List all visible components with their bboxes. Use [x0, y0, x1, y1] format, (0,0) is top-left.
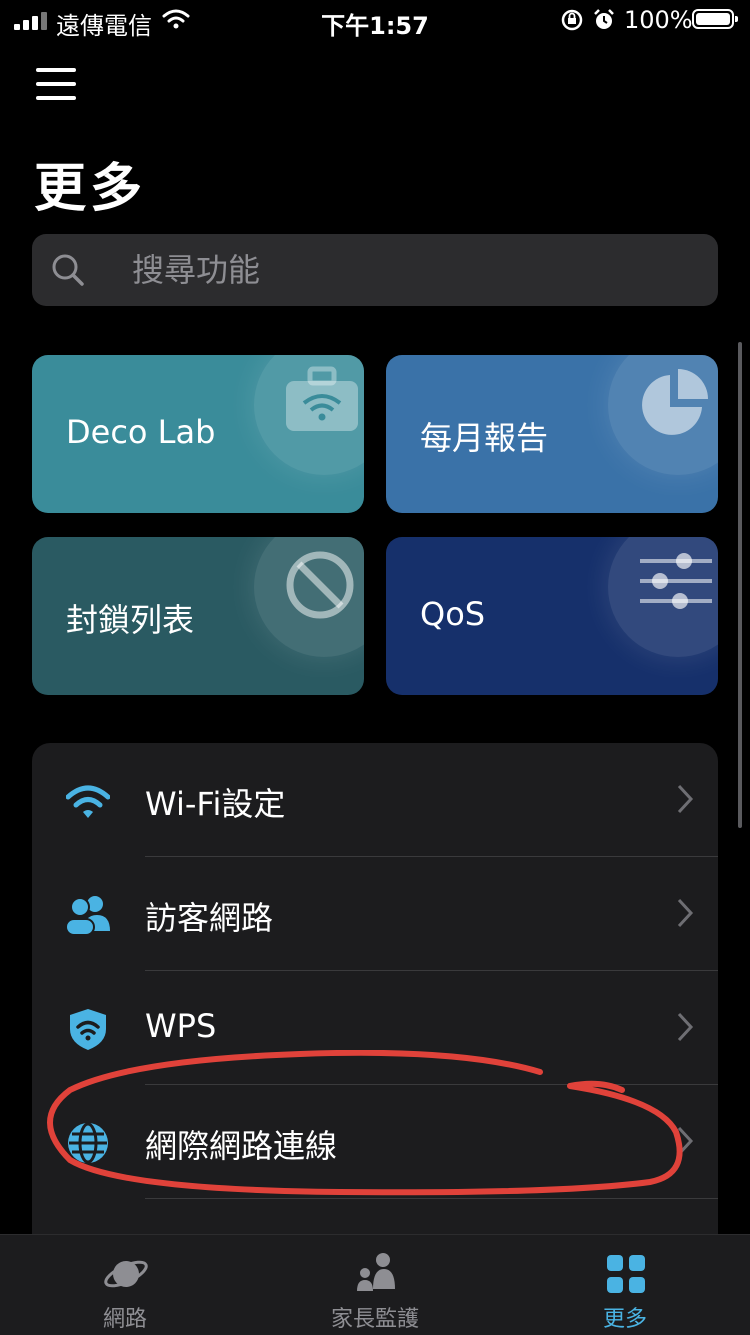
search-icon	[50, 252, 86, 292]
list-item-label: Wi-Fi設定	[145, 785, 286, 823]
list-item-label: 網際網路連線	[145, 1127, 338, 1165]
tab-more[interactable]: 更多	[500, 1235, 750, 1335]
toolbox-wifi-icon	[254, 355, 364, 475]
status-bar: 遠傳電信 下午1:57 100%	[0, 0, 750, 44]
list-item-guest-network[interactable]: 訪客網路	[32, 857, 718, 971]
wps-shield-icon	[66, 1007, 110, 1051]
family-icon	[357, 1253, 395, 1291]
tab-label: 家長監護	[330, 1307, 419, 1332]
guests-icon	[65, 893, 110, 937]
alarm-icon	[592, 8, 616, 38]
tile-monthly-report[interactable]: 每月報告	[386, 355, 718, 513]
list-item-wifi-settings[interactable]: Wi-Fi設定	[32, 743, 718, 857]
tile-qos[interactable]: QoS	[386, 537, 718, 695]
menu-icon[interactable]	[36, 68, 76, 100]
battery-percentage: 100%	[624, 6, 693, 34]
globe-icon	[66, 1121, 110, 1165]
tab-network[interactable]: 網路	[0, 1235, 250, 1335]
search-bar[interactable]	[32, 234, 718, 306]
pie-chart-icon	[608, 355, 718, 475]
settings-list: Wi-Fi設定 訪客網路 WPS 網際網路連線	[32, 743, 718, 1263]
tab-label: 網路	[102, 1307, 147, 1332]
tab-bar: 網路 家長監護 更多	[0, 1234, 750, 1335]
tile-label: Deco Lab	[66, 413, 216, 451]
chevron-right-icon	[676, 897, 694, 933]
divider	[145, 1198, 718, 1199]
chevron-right-icon	[676, 1125, 694, 1161]
wifi-icon	[65, 779, 111, 823]
sliders-icon	[608, 537, 718, 657]
tile-label: QoS	[420, 595, 486, 633]
scrollbar[interactable]	[738, 342, 742, 828]
tile-label: 封鎖列表	[66, 601, 195, 639]
rotation-lock-icon	[560, 8, 584, 38]
list-item-internet-connection[interactable]: 網際網路連線	[32, 1085, 718, 1199]
planet-icon	[104, 1260, 148, 1288]
tile-deco-lab[interactable]: Deco Lab	[32, 355, 364, 513]
search-input[interactable]	[132, 246, 692, 294]
list-item-label: WPS	[145, 1007, 217, 1045]
tab-parental-controls[interactable]: 家長監護	[250, 1235, 500, 1335]
tab-label: 更多	[602, 1307, 647, 1332]
chevron-right-icon	[676, 1011, 694, 1047]
chevron-right-icon	[676, 783, 694, 819]
list-item-label: 訪客網路	[145, 899, 274, 937]
grid-icon	[607, 1255, 645, 1293]
tile-label: 每月報告	[420, 419, 549, 457]
page-title: 更多	[34, 159, 147, 219]
tile-block-list[interactable]: 封鎖列表	[32, 537, 364, 695]
battery-icon	[692, 9, 738, 29]
list-item-wps[interactable]: WPS	[32, 971, 718, 1085]
block-icon	[254, 537, 364, 657]
